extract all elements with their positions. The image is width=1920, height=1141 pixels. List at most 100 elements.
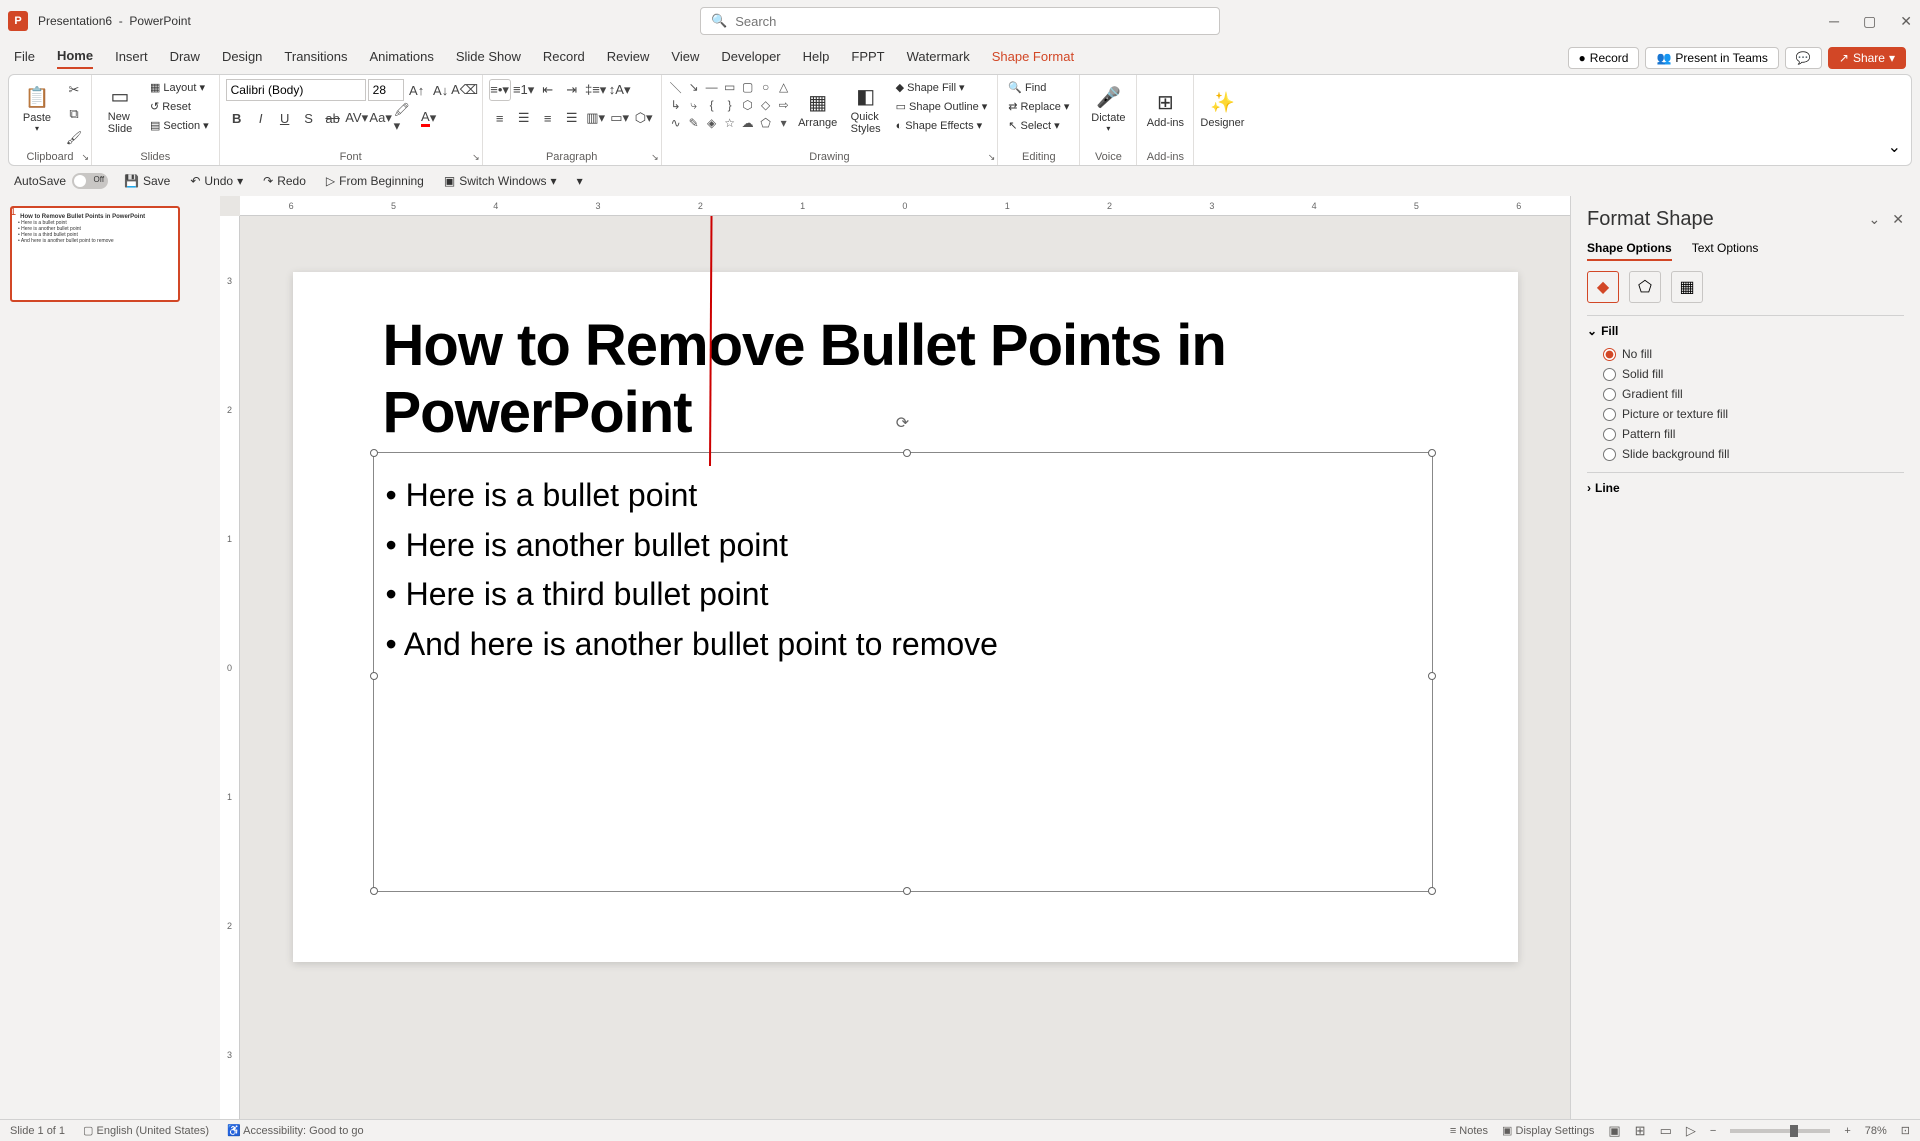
shape-fill-button[interactable]: ◆ Shape Fill ▾ xyxy=(892,79,992,96)
shape-brace-icon[interactable]: { xyxy=(704,97,720,113)
shape-connector2-icon[interactable]: ⤷ xyxy=(686,97,702,113)
italic-button[interactable]: I xyxy=(250,107,272,129)
shape-connector-icon[interactable]: ↳ xyxy=(668,97,684,113)
effects-category-icon[interactable]: ⬠ xyxy=(1629,271,1661,303)
tab-design[interactable]: Design xyxy=(222,49,262,68)
shape-arrow-icon[interactable]: ↘ xyxy=(686,79,702,95)
addins-button[interactable]: ⊞Add-ins xyxy=(1143,79,1187,139)
from-beginning-button[interactable]: ▷ From Beginning xyxy=(322,172,428,190)
no-fill-radio[interactable]: No fill xyxy=(1603,344,1904,364)
zoom-level[interactable]: 78% xyxy=(1865,1125,1887,1137)
dictate-button[interactable]: 🎤Dictate▾ xyxy=(1086,79,1130,139)
tab-record[interactable]: Record xyxy=(543,49,585,68)
tab-help[interactable]: Help xyxy=(803,49,830,68)
shape-hexagon-icon[interactable]: ⬡ xyxy=(740,97,756,113)
content-textbox[interactable]: ⟳ Here is a bullet point Here is another… xyxy=(373,452,1433,892)
replace-button[interactable]: ⇄ Replace ▾ xyxy=(1004,98,1073,115)
drawing-launcher[interactable]: ↘ xyxy=(988,152,996,163)
line-spacing-button[interactable]: ‡≡▾ xyxy=(585,79,607,101)
font-name-input[interactable] xyxy=(226,79,366,101)
shape-callout-icon[interactable]: ◈ xyxy=(704,115,720,131)
switch-windows-button[interactable]: ▣ Switch Windows ▾ xyxy=(440,172,561,190)
shape-cloud-icon[interactable]: ☁ xyxy=(740,115,756,131)
resize-handle[interactable] xyxy=(903,449,911,457)
align-center-button[interactable]: ☰ xyxy=(513,107,535,129)
tab-review[interactable]: Review xyxy=(607,49,650,68)
search-input[interactable] xyxy=(735,14,1209,29)
justify-button[interactable]: ☰ xyxy=(561,107,583,129)
shape-diamond-icon[interactable]: ◇ xyxy=(758,97,774,113)
shape-more-icon[interactable]: ▾ xyxy=(776,115,792,131)
character-spacing-button[interactable]: AV▾ xyxy=(346,107,368,129)
qat-customize-button[interactable]: ▾ xyxy=(573,172,587,190)
resize-handle[interactable] xyxy=(1428,449,1436,457)
section-button[interactable]: ▤ Section ▾ xyxy=(146,117,213,134)
font-launcher[interactable]: ↘ xyxy=(472,152,480,163)
slide-bg-fill-radio[interactable]: Slide background fill xyxy=(1603,444,1904,464)
slideshow-view-button[interactable]: ▷ xyxy=(1686,1123,1696,1139)
tab-slideshow[interactable]: Slide Show xyxy=(456,49,521,68)
resize-handle[interactable] xyxy=(903,887,911,895)
fill-section-header[interactable]: ⌄ Fill xyxy=(1587,324,1904,338)
size-category-icon[interactable]: ▦ xyxy=(1671,271,1703,303)
bullet-list[interactable]: Here is a bullet point Here is another b… xyxy=(374,453,1432,687)
resize-handle[interactable] xyxy=(370,449,378,457)
tab-watermark[interactable]: Watermark xyxy=(907,49,970,68)
reading-view-button[interactable]: ▭ xyxy=(1660,1123,1672,1139)
smartart-button[interactable]: ⬡▾ xyxy=(633,107,655,129)
solid-fill-radio[interactable]: Solid fill xyxy=(1603,364,1904,384)
decrease-indent-button[interactable]: ⇤ xyxy=(537,79,559,101)
format-painter-button[interactable]: 🖌 xyxy=(63,127,85,149)
autosave-toggle[interactable] xyxy=(72,173,108,189)
reset-button[interactable]: ↺ Reset xyxy=(146,98,213,115)
shape-triangle-icon[interactable]: △ xyxy=(776,79,792,95)
notes-button[interactable]: ≡ Notes xyxy=(1450,1125,1488,1137)
copy-button[interactable]: ⧉ xyxy=(63,103,85,125)
shape-curve-icon[interactable]: ∿ xyxy=(668,115,684,131)
tab-home[interactable]: Home xyxy=(57,48,93,69)
new-slide-button[interactable]: ▭New Slide xyxy=(98,79,142,139)
font-size-input[interactable] xyxy=(368,79,404,101)
slide-thumbnail[interactable]: How to Remove Bullet Points in PowerPoin… xyxy=(10,206,180,302)
font-color-button[interactable]: A▾ xyxy=(418,107,440,129)
clipboard-launcher[interactable]: ↘ xyxy=(81,152,89,163)
find-button[interactable]: 🔍 Find xyxy=(1004,79,1073,96)
redo-button[interactable]: ↷ Redo xyxy=(259,172,310,190)
align-left-button[interactable]: ≡ xyxy=(489,107,511,129)
rotate-handle-icon[interactable]: ⟳ xyxy=(896,413,909,433)
pane-options-button[interactable]: ⌄ xyxy=(1869,211,1881,228)
list-item[interactable]: And here is another bullet point to remo… xyxy=(386,620,1420,670)
slide-count[interactable]: Slide 1 of 1 xyxy=(10,1125,65,1137)
shape-roundrect-icon[interactable]: ▢ xyxy=(740,79,756,95)
shape-outline-button[interactable]: ▭ Shape Outline ▾ xyxy=(892,98,992,115)
tab-developer[interactable]: Developer xyxy=(721,49,780,68)
slide-thumbnail-panel[interactable]: 1 How to Remove Bullet Points in PowerPo… xyxy=(0,196,220,1119)
quick-styles-button[interactable]: ◧Quick Styles xyxy=(844,79,888,139)
select-button[interactable]: ↖ Select ▾ xyxy=(1004,117,1073,134)
designer-button[interactable]: ✨Designer xyxy=(1200,79,1244,139)
clear-formatting-button[interactable]: A⌫ xyxy=(454,79,476,101)
slide-canvas[interactable]: How to Remove Bullet Points in PowerPoin… xyxy=(293,272,1518,962)
picture-fill-radio[interactable]: Picture or texture fill xyxy=(1603,404,1904,424)
shape-rect-icon[interactable]: ▭ xyxy=(722,79,738,95)
numbering-button[interactable]: ≡1▾ xyxy=(513,79,535,101)
columns-button[interactable]: ▥▾ xyxy=(585,107,607,129)
shape-arrow2-icon[interactable]: ⇨ xyxy=(776,97,792,113)
bullets-button[interactable]: ≡•▾ xyxy=(489,79,511,101)
layout-button[interactable]: ▦ Layout ▾ xyxy=(146,79,213,96)
bold-button[interactable]: B xyxy=(226,107,248,129)
shapes-gallery[interactable]: ＼↘—▭▢○△ ↳⤷{}⬡◇⇨ ∿✎◈☆☁⬠▾ xyxy=(668,79,792,131)
shape-brace2-icon[interactable]: } xyxy=(722,97,738,113)
text-options-tab[interactable]: Text Options xyxy=(1692,241,1759,261)
collapse-ribbon-button[interactable]: ⌄ xyxy=(1888,137,1901,157)
language-status[interactable]: ▢ English (United States) xyxy=(83,1124,209,1137)
shape-options-tab[interactable]: Shape Options xyxy=(1587,241,1672,261)
arrange-button[interactable]: ▦Arrange xyxy=(796,79,840,139)
fill-line-category-icon[interactable]: ◆ xyxy=(1587,271,1619,303)
text-direction-button[interactable]: ↕A▾ xyxy=(609,79,631,101)
cut-button[interactable]: ✂ xyxy=(63,79,85,101)
underline-button[interactable]: U xyxy=(274,107,296,129)
decrease-font-button[interactable]: A↓ xyxy=(430,79,452,101)
fit-to-window-button[interactable]: ⊡ xyxy=(1901,1124,1910,1137)
line-section-header[interactable]: › Line xyxy=(1587,481,1904,495)
